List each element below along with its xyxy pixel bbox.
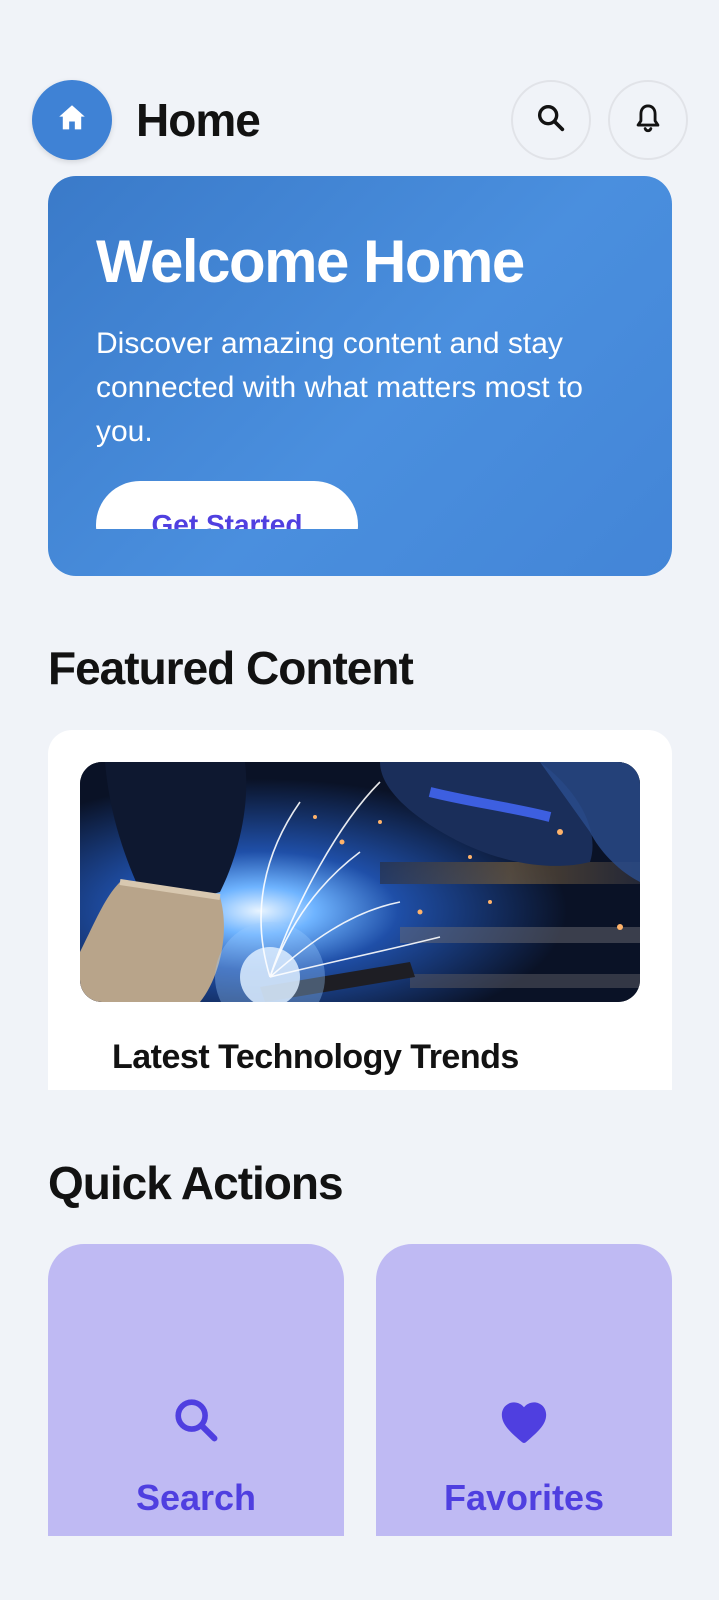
welcome-title: Welcome Home (96, 228, 525, 295)
featured-section-title: Featured Content (48, 642, 414, 694)
welding-photo-illustration (80, 762, 640, 1002)
home-button[interactable] (32, 80, 112, 160)
search-icon (170, 1394, 222, 1451)
page-title: Home (136, 94, 261, 146)
notifications-button[interactable] (608, 80, 688, 160)
quick-actions-title: Quick Actions (48, 1157, 344, 1209)
quick-action-favorites[interactable]: Favorites (376, 1244, 672, 1536)
quick-action-favorites-label: Favorites (443, 1477, 605, 1518)
welcome-banner: Welcome Home Discover amazing content an… (48, 176, 672, 576)
app-header: Home (0, 0, 719, 170)
home-icon (55, 101, 89, 140)
heart-icon (496, 1394, 552, 1455)
quick-action-search[interactable]: Search (48, 1244, 344, 1536)
quick-action-search-label: Search (135, 1477, 257, 1518)
featured-card[interactable]: Latest Technology Trends (48, 730, 672, 1090)
get-started-button-clip: Get Started (96, 481, 360, 529)
welcome-description: Discover amazing content and stay connec… (96, 327, 583, 448)
featured-card-title: Latest Technology Trends (112, 1038, 519, 1076)
featured-image (80, 762, 640, 1002)
search-button[interactable] (511, 80, 591, 160)
get-started-label: Get Started (151, 509, 303, 529)
search-icon (534, 101, 568, 140)
get-started-button[interactable]: Get Started (96, 481, 358, 529)
bell-icon (631, 101, 665, 140)
